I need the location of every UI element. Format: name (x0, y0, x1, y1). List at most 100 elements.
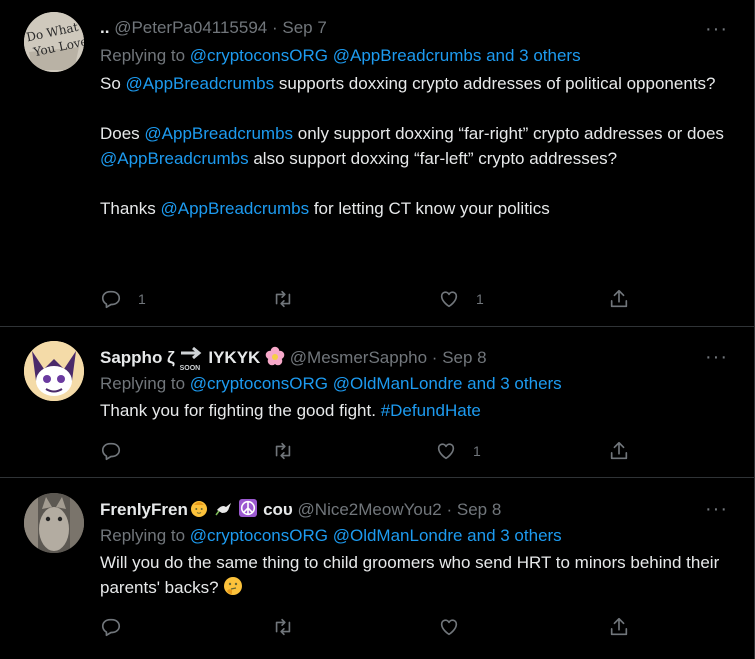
tweet-3[interactable]: FrenlyFren ᴄᴏᴜ @Nice2MeowYou2 · Sep 8 ··… (0, 478, 754, 659)
tweet-text: So @AppBreadcrumbs supports doxxing cryp… (100, 71, 730, 221)
text-segment: for letting CT know your politics (309, 199, 550, 218)
avatar[interactable]: Do What You Love (24, 12, 84, 72)
retweet-button[interactable] (272, 440, 294, 462)
share-button[interactable] (608, 616, 630, 638)
like-count: 1 (476, 291, 484, 307)
text-segment: supports doxxing crypto addresses of pol… (274, 74, 716, 93)
others-link[interactable]: and 3 others (467, 526, 562, 545)
avatar-image (24, 341, 84, 401)
reply-icon (101, 442, 121, 461)
others-link[interactable]: and 3 others (467, 374, 562, 393)
text-segment: only support doxxing “far-right” crypto … (293, 124, 724, 143)
display-name-part: FrenlyFren (100, 500, 188, 519)
tweet-1[interactable]: Do What You Love .. @PeterPa04115594 · S… (0, 0, 754, 325)
like-button[interactable]: 1 (438, 288, 484, 310)
text-segment: Does (100, 124, 145, 143)
paragraph: Thank you for fighting the good fight. #… (100, 398, 730, 423)
retweet-icon (275, 442, 291, 460)
retweet-icon (275, 618, 291, 636)
tweet-text: Will you do the same thing to child groo… (100, 550, 730, 600)
like-button[interactable]: 1 (435, 440, 481, 462)
tweet-header: FrenlyFren ᴄᴏᴜ @Nice2MeowYou2 · Sep 8 (100, 498, 501, 520)
mention-link[interactable]: @AppBreadcrumbs (144, 124, 293, 143)
replying-to: Replying to @cryptoconsORG @AppBreadcrum… (100, 45, 581, 67)
mention-link[interactable]: @cryptoconsORG (190, 526, 328, 545)
text-segment: So (100, 74, 126, 93)
display-name-part: Sappho ζ (100, 348, 175, 367)
reply-button[interactable] (100, 616, 138, 638)
display-name-part: IYKYK (208, 348, 261, 367)
mention-link[interactable]: @cryptoconsORG (190, 46, 328, 65)
replying-to-label: Replying to (100, 46, 186, 65)
replying-to-label: Replying to (100, 526, 186, 545)
action-bar: 1 (100, 440, 640, 462)
handle[interactable]: @PeterPa04115594 (114, 18, 267, 37)
flower-emoji (265, 346, 285, 366)
text-segment: Thanks (100, 199, 161, 218)
mention-link[interactable]: @AppBreadcrumbs (126, 74, 275, 93)
mention-link[interactable]: @AppBreadcrumbs (100, 149, 249, 168)
reply-button[interactable]: 1 (100, 288, 146, 310)
reply-count: 1 (138, 291, 146, 307)
share-button[interactable] (608, 440, 630, 462)
replying-to-label: Replying to (100, 374, 186, 393)
reply-button[interactable] (100, 440, 138, 462)
others-link[interactable]: and 3 others (486, 46, 581, 65)
retweet-icon (275, 290, 291, 308)
hashtag-link[interactable]: #DefundHate (381, 401, 481, 420)
mention-link[interactable]: @OldManLondre (333, 374, 463, 393)
share-button[interactable] (608, 288, 630, 310)
more-icon[interactable]: ··· (705, 499, 728, 519)
avatar-image (24, 493, 84, 553)
avatar[interactable] (24, 493, 84, 553)
avatar[interactable] (24, 341, 84, 401)
action-bar: 1 1 (100, 288, 640, 310)
reply-icon (101, 290, 121, 309)
share-icon (610, 441, 628, 460)
share-icon (610, 617, 628, 636)
separator-dot: · (446, 500, 453, 519)
replying-to: Replying to @cryptoconsORG @OldManLondre… (100, 373, 562, 395)
display-name-part: ᴄᴏᴜ (263, 500, 293, 519)
mention-link[interactable]: @OldManLondre (333, 526, 463, 545)
like-icon (440, 619, 458, 636)
more-icon[interactable]: ··· (705, 347, 728, 367)
dove-emoji (214, 498, 234, 518)
mention-link[interactable]: @AppBreadcrumbs (160, 199, 309, 218)
paragraph: Thanks @AppBreadcrumbs for letting CT kn… (100, 196, 730, 221)
handle[interactable]: @Nice2MeowYou2 (298, 500, 442, 519)
handle[interactable]: @MesmerSappho (290, 348, 427, 367)
tweet-text: Thank you for fighting the good fight. #… (100, 398, 730, 423)
display-name[interactable]: .. (100, 18, 109, 37)
share-icon (610, 289, 628, 308)
timestamp[interactable]: Sep 8 (457, 500, 501, 519)
mention-link[interactable]: @cryptoconsORG (190, 374, 328, 393)
like-icon (437, 443, 455, 460)
like-count: 1 (473, 443, 481, 459)
soon-arrow-emoji: SOON (180, 346, 204, 372)
like-button[interactable] (438, 616, 476, 638)
tweet-header: .. @PeterPa04115594 · Sep 7 (100, 18, 327, 38)
timestamp[interactable]: Sep 7 (282, 18, 326, 37)
baby-emoji (189, 498, 209, 518)
like-icon (440, 291, 458, 308)
timestamp[interactable]: Sep 8 (442, 348, 486, 367)
text-segment: also support doxxing “far-left” crypto a… (248, 149, 618, 168)
text-segment: Will you do the same thing to child groo… (100, 553, 720, 597)
retweet-button[interactable] (272, 616, 294, 638)
peace-emoji (238, 498, 258, 518)
separator-dot: · (431, 348, 438, 367)
avatar-image: Do What You Love (24, 12, 84, 72)
paragraph: So @AppBreadcrumbs supports doxxing cryp… (100, 71, 730, 96)
action-bar (100, 616, 640, 638)
tweet-2[interactable]: Sappho ζ SOON IYKYK @MesmerSappho · Sep … (0, 327, 754, 477)
paragraph: Does @AppBreadcrumbs only support doxxin… (100, 121, 730, 171)
thinking-emoji (223, 576, 243, 596)
display-name[interactable]: Sappho ζ SOON IYKYK (100, 346, 290, 372)
mention-link[interactable]: @AppBreadcrumbs (333, 46, 482, 65)
more-icon[interactable]: ··· (705, 19, 728, 39)
separator-dot: · (271, 18, 278, 37)
paragraph: Will you do the same thing to child groo… (100, 550, 730, 600)
retweet-button[interactable] (272, 288, 294, 310)
display-name[interactable]: FrenlyFren ᴄᴏᴜ (100, 498, 293, 519)
